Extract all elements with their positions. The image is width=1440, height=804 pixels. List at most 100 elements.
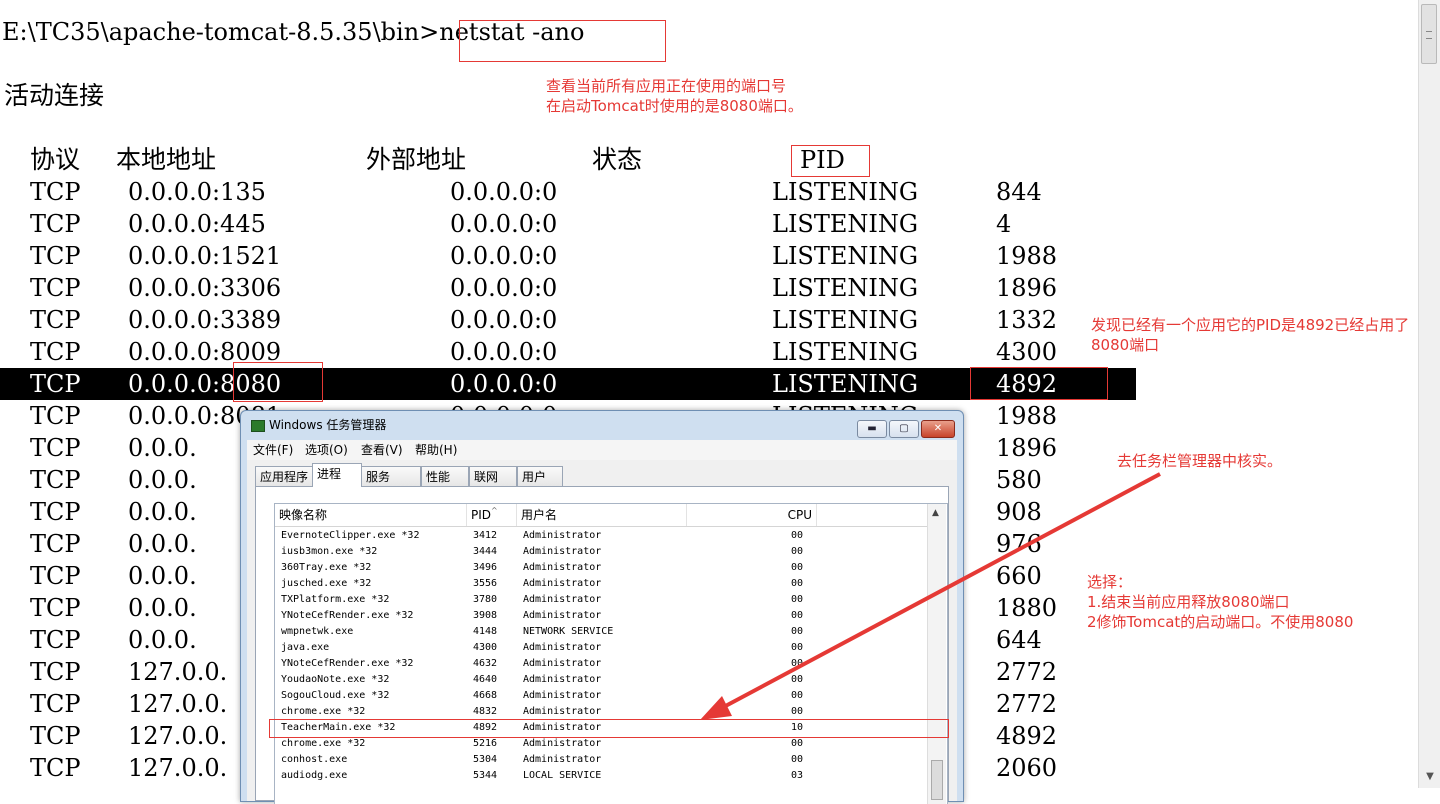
connection-proto: TCP (30, 594, 81, 622)
connection-pid: 2772 (996, 658, 1058, 686)
connection-foreign-address: 0.0.0.0:0 (450, 242, 558, 270)
header-foreign-address: 外部地址 (366, 145, 467, 174)
connection-pid: 4300 (996, 338, 1058, 366)
process-image-name: java.exe (281, 642, 330, 653)
minimize-button[interactable]: ▬ (857, 420, 887, 438)
process-row[interactable]: SogouCloud.exe *32 4668 Administrator 00 (275, 688, 927, 704)
tab-users[interactable]: 用户 (517, 466, 563, 486)
process-row[interactable]: iusb3mon.exe *32 3444 Administrator 00 (275, 544, 927, 560)
process-scroll-thumb[interactable] (931, 760, 943, 800)
scroll-down-icon[interactable]: ▼ (1423, 770, 1437, 784)
process-cpu: 00 (791, 546, 804, 557)
menu-options[interactable]: 选项(O) (305, 442, 348, 458)
connection-proto: TCP (30, 370, 81, 398)
process-cpu: 00 (791, 594, 804, 605)
connection-local-address: 0.0.0. (128, 498, 197, 526)
connection-local-address: 0.0.0. (128, 466, 197, 494)
tab-processes[interactable]: 进程 (312, 463, 362, 487)
processes-panel: 映像名称 PID ^ 用户名 CPU EvernoteClipper.exe *3… (255, 486, 949, 804)
tab-applications[interactable]: 应用程序 (255, 466, 313, 486)
tab-networking[interactable]: 联网 (469, 466, 517, 486)
process-row[interactable]: YNoteCefRender.exe *32 3908 Administrator 0… (275, 608, 927, 624)
process-row[interactable]: EvernoteClipper.exe *32 3412 Administrator… (275, 528, 927, 544)
process-pid: 3556 (473, 578, 498, 589)
connection-pid: 4 (996, 210, 1012, 238)
menu-file[interactable]: 文件(F) (253, 442, 293, 458)
process-pid: 3780 (473, 594, 498, 605)
process-row[interactable]: chrome.exe *32 5216 Administrator 00 (275, 736, 927, 752)
process-cpu: 00 (791, 626, 804, 637)
connection-state: LISTENING (772, 242, 919, 270)
connection-row: TCP 0.0.0.0:3306 0.0.0.0:0 LISTENING 1896 (0, 272, 1418, 304)
process-row[interactable]: conhost.exe 5304 Administrator 00 (275, 752, 927, 768)
connection-proto: TCP (30, 562, 81, 590)
process-row[interactable]: java.exe 4300 Administrator 00 (275, 640, 927, 656)
process-pid: 4148 (473, 626, 498, 637)
process-cpu: 03 (791, 770, 804, 781)
process-row[interactable]: YoudaoNote.exe *32 4640 Administrator 00 (275, 672, 927, 688)
connection-pid: 1988 (996, 402, 1058, 430)
connection-pid: 2772 (996, 690, 1058, 718)
task-manager-title: Windows 任务管理器 (269, 418, 387, 432)
connection-pid: 644 (996, 626, 1042, 654)
maximize-button[interactable]: ▢ (889, 420, 919, 438)
process-row[interactable]: wmpnetwk.exe 4148 NETWORK SERVICE 00 (275, 624, 927, 640)
port-8080-highlight-box (233, 362, 323, 402)
close-button[interactable]: ✕ (921, 420, 955, 438)
menu-view[interactable]: 查看(V) (361, 442, 403, 458)
process-row[interactable]: 360Tray.exe *32 3496 Administrator 00 (275, 560, 927, 576)
process-cpu: 00 (791, 610, 804, 621)
process-cpu: 00 (791, 674, 804, 685)
connection-proto: TCP (30, 274, 81, 302)
column-cpu[interactable]: CPU (687, 504, 817, 526)
process-list-scrollbar[interactable]: ▲ (927, 504, 946, 804)
process-scroll-up-icon[interactable]: ▲ (932, 508, 939, 518)
connection-local-address: 0.0.0.0:445 (128, 210, 266, 238)
connection-pid: 1988 (996, 242, 1058, 270)
menu-help[interactable]: 帮助(H) (415, 442, 457, 458)
process-image-name: jusched.exe *32 (281, 578, 372, 589)
tab-performance[interactable]: 性能 (421, 466, 469, 486)
process-row[interactable]: jusched.exe *32 3556 Administrator 00 (275, 576, 927, 592)
connection-pid: 1332 (996, 306, 1058, 334)
connection-proto: TCP (30, 658, 81, 686)
connection-state: LISTENING (772, 274, 919, 302)
process-row[interactable]: chrome.exe *32 4832 Administrator 00 (275, 704, 927, 720)
pid-4892-highlight-box (970, 367, 1108, 400)
process-cpu: 00 (791, 642, 804, 653)
process-user-name: Administrator (523, 690, 602, 701)
process-list[interactable]: 映像名称 PID ^ 用户名 CPU EvernoteClipper.exe *3… (274, 503, 948, 804)
process-pid: 5304 (473, 754, 498, 765)
connection-proto: TCP (30, 754, 81, 782)
process-image-name: YNoteCefRender.exe *32 (281, 658, 414, 669)
process-pid: 3412 (473, 530, 498, 541)
task-manager-app-icon (251, 420, 265, 432)
process-row[interactable]: audiodg.exe 5344 LOCAL SERVICE 03 (275, 768, 927, 784)
process-user-name: Administrator (523, 546, 602, 557)
process-image-name: YoudaoNote.exe *32 (281, 674, 390, 685)
process-user-name: Administrator (523, 562, 602, 573)
process-image-name: TXPlatform.exe *32 (281, 594, 390, 605)
connection-row: TCP 0.0.0.0:8080 0.0.0.0:0 LISTENING 4892 (0, 368, 1136, 400)
task-manager-window[interactable]: Windows 任务管理器 ▬ ▢ ✕ 文件(F) 选项(O) 查看(V) 帮助… (240, 410, 964, 804)
column-image-name[interactable]: 映像名称 (275, 504, 467, 526)
connection-local-address: 0.0.0. (128, 626, 197, 654)
tab-services[interactable]: 服务 (361, 466, 421, 486)
connection-pid: 1896 (996, 434, 1058, 462)
connection-pid: 844 (996, 178, 1042, 206)
process-cpu: 00 (791, 706, 804, 717)
connection-state: LISTENING (772, 306, 919, 334)
column-pid[interactable]: PID ^ (467, 504, 517, 526)
column-user-name[interactable]: 用户名 (517, 504, 687, 526)
process-row[interactable]: YNoteCefRender.exe *32 4632 Administrator 0… (275, 656, 927, 672)
note-verify-taskmgr: 去任务栏管理器中核实。 (1117, 452, 1283, 470)
process-row[interactable]: TXPlatform.exe *32 3780 Administrator 00 (275, 592, 927, 608)
console-scrollbar[interactable]: ▲ ▼ (1418, 0, 1440, 788)
connection-foreign-address: 0.0.0.0:0 (450, 306, 558, 334)
task-manager-titlebar[interactable]: Windows 任务管理器 ▬ ▢ ✕ (241, 411, 963, 439)
process-user-name: Administrator (523, 530, 602, 541)
connection-state: LISTENING (772, 338, 919, 366)
scroll-thumb[interactable] (1421, 4, 1437, 64)
connection-proto: TCP (30, 626, 81, 654)
connection-local-address: 127.0.0. (128, 690, 228, 718)
